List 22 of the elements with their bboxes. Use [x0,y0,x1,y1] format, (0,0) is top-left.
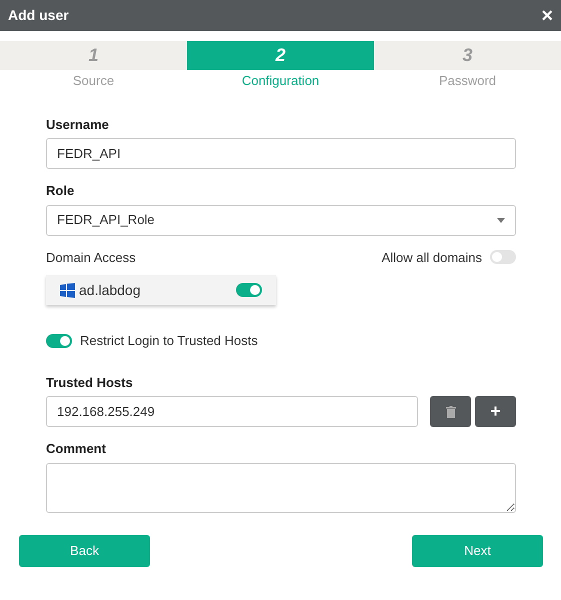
toggle-label: Restrict Login to Trusted Hosts [80,332,258,350]
domain-name: ad.labdog [79,280,142,300]
trash-icon [446,406,456,418]
field-label: Trusted Hosts [46,374,133,392]
window-title: Add user [8,6,69,25]
field-label: Username [46,116,109,134]
field-label: Comment [46,440,106,458]
field-label: Role [46,182,74,200]
caret-icon [497,218,505,222]
toggle-label: Allow all domains [382,248,482,266]
comment-field[interactable] [46,462,516,512]
toggle-switch[interactable] [46,334,72,348]
field-label: Domain Access [46,248,136,266]
role-dropdown[interactable]: FEDR_API_Role [46,204,516,236]
delete-button[interactable] [430,396,471,427]
toggle-switch[interactable] [490,250,516,264]
add-button[interactable]: + [475,396,516,427]
close-button[interactable]: × [541,6,553,26]
input-field[interactable]: FEDR_API [46,138,516,169]
input-field[interactable]: 192.168.255.249 [46,396,418,427]
windows-icon [60,282,75,298]
toggle-switch[interactable] [236,283,262,297]
